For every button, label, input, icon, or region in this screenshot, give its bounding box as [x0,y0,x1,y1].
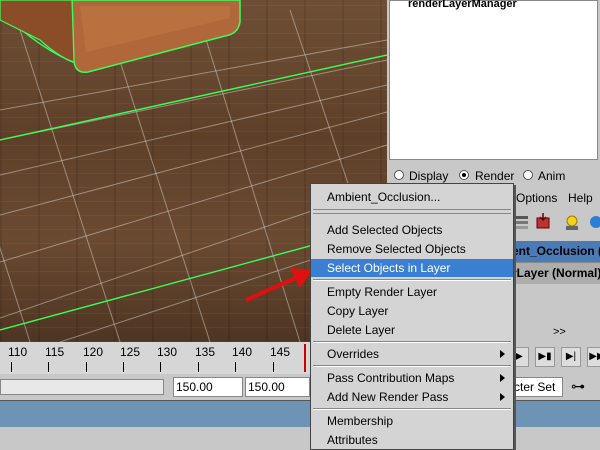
menu-item-label: Copy Layer [327,304,389,318]
playback-controls: ▶ ▶▮ ▶| ▶▶ [509,342,600,374]
menu-item-label: Attributes [327,433,378,447]
menu-item-label: Delete Layer [327,323,396,337]
key-icon[interactable]: ⊶ [571,378,585,395]
render-radio-label[interactable]: Render [475,169,514,183]
tick-mark [48,362,49,372]
outliner[interactable]: renderLayerManager [389,0,598,160]
menu-item-empty-render-layer[interactable]: Empty Render Layer [311,283,513,301]
tick-mark [198,362,199,372]
menu-item-add-new-render-pass[interactable]: Add New Render Pass [311,388,513,406]
menu-item-delete-layer[interactable]: Delete Layer [311,321,513,339]
character-set-field[interactable]: cter Set [513,377,563,397]
menu-item-pass-contribution-maps[interactable]: Pass Contribution Maps [311,369,513,387]
anim-radio-label[interactable]: Anim [538,169,565,183]
tick-label: 120 [83,345,104,359]
menu-item-label: Add New Render Pass [327,390,449,404]
tick-label: 135 [195,345,216,359]
layer-row-label: ent_Occlusion (N [512,244,600,258]
render-layer-icon[interactable] [586,212,600,232]
character-set-area: cter Set ⊶ [513,374,600,400]
menu-item-attributes[interactable]: Attributes [311,431,513,449]
light-layer-icon[interactable] [562,212,582,232]
menu-item-copy-layer[interactable]: Copy Layer [311,302,513,320]
step-forward-frame-icon[interactable]: ▶| [561,347,581,367]
tick-mark [11,362,12,372]
menu-separator [313,279,511,281]
menu-item-label: Overrides [327,347,380,361]
menu-item-label: Remove Selected Objects [327,242,466,256]
menu-item-label: Add Selected Objects [327,223,443,237]
layer-row-master[interactable]: rLayer (Normal) [512,262,600,284]
layer-row-ambient-occlusion[interactable]: ent_Occlusion (N [512,241,600,262]
range-slider[interactable] [0,379,164,395]
menu-item-membership[interactable]: Membership [311,412,513,430]
layer-toolbar [512,210,600,236]
new-layer-icon[interactable] [534,212,554,232]
current-time-marker[interactable] [304,344,306,372]
layer-row-label: rLayer (Normal) [512,266,600,280]
menu-item-overrides[interactable]: Overrides [311,345,513,363]
submenu-arrow-icon [500,350,505,358]
render-radio[interactable] [459,170,469,180]
tick-mark [273,362,274,372]
tick-mark [86,362,87,372]
display-radio-label[interactable]: Display [409,169,448,183]
tick-mark [160,362,161,372]
help-menu[interactable]: Help [568,191,593,205]
menu-separator [313,408,511,410]
options-menu[interactable]: Options [516,191,557,205]
playback-end-field[interactable]: 150.00 [173,377,243,397]
menu-item-label: Ambient_Occlusion... [327,190,441,204]
tick-mark [235,362,236,372]
menu-item-ambient-occlusion[interactable]: Ambient_Occlusion... [311,188,513,206]
cabinet-object[interactable] [0,0,241,74]
animation-end-field[interactable]: 150.00 [245,377,310,397]
outliner-item[interactable]: renderLayerManager [408,0,517,10]
layer-context-menu: Ambient_Occlusion... Add Selected Object… [310,183,514,450]
go-to-end-icon[interactable]: ▶▶ [587,347,600,367]
menu-item-add-selected-objects[interactable]: Add Selected Objects [311,221,513,239]
step-forward-key-icon[interactable]: ▶▮ [535,347,555,367]
menu-item-select-objects-in-layer[interactable]: Select Objects in Layer [311,259,513,277]
scroll-indicator[interactable]: >> [553,326,566,338]
layer-stack-icon[interactable] [512,212,532,232]
tick-mark [123,362,124,372]
submenu-arrow-icon [500,374,505,382]
menu-separator [313,365,511,367]
tick-label: 125 [120,345,141,359]
menu-item-remove-selected-objects[interactable]: Remove Selected Objects [311,240,513,258]
menu-separator [313,209,511,214]
tick-label: 110 [8,345,28,359]
menu-item-label: Membership [327,414,394,428]
menu-separator [313,341,511,343]
anim-radio[interactable] [523,170,533,180]
menu-item-label: Empty Render Layer [327,285,438,299]
display-radio[interactable] [394,170,404,180]
tick-label: 145 [270,345,291,359]
menu-item-label: Pass Contribution Maps [327,371,455,385]
menu-item-label: Select Objects in Layer [327,261,451,275]
tick-label: 140 [232,345,253,359]
layer-editor-menubar: Options Help [512,188,600,208]
tick-label: 115 [45,345,65,359]
tick-label: 130 [157,345,178,359]
submenu-arrow-icon [500,393,505,401]
